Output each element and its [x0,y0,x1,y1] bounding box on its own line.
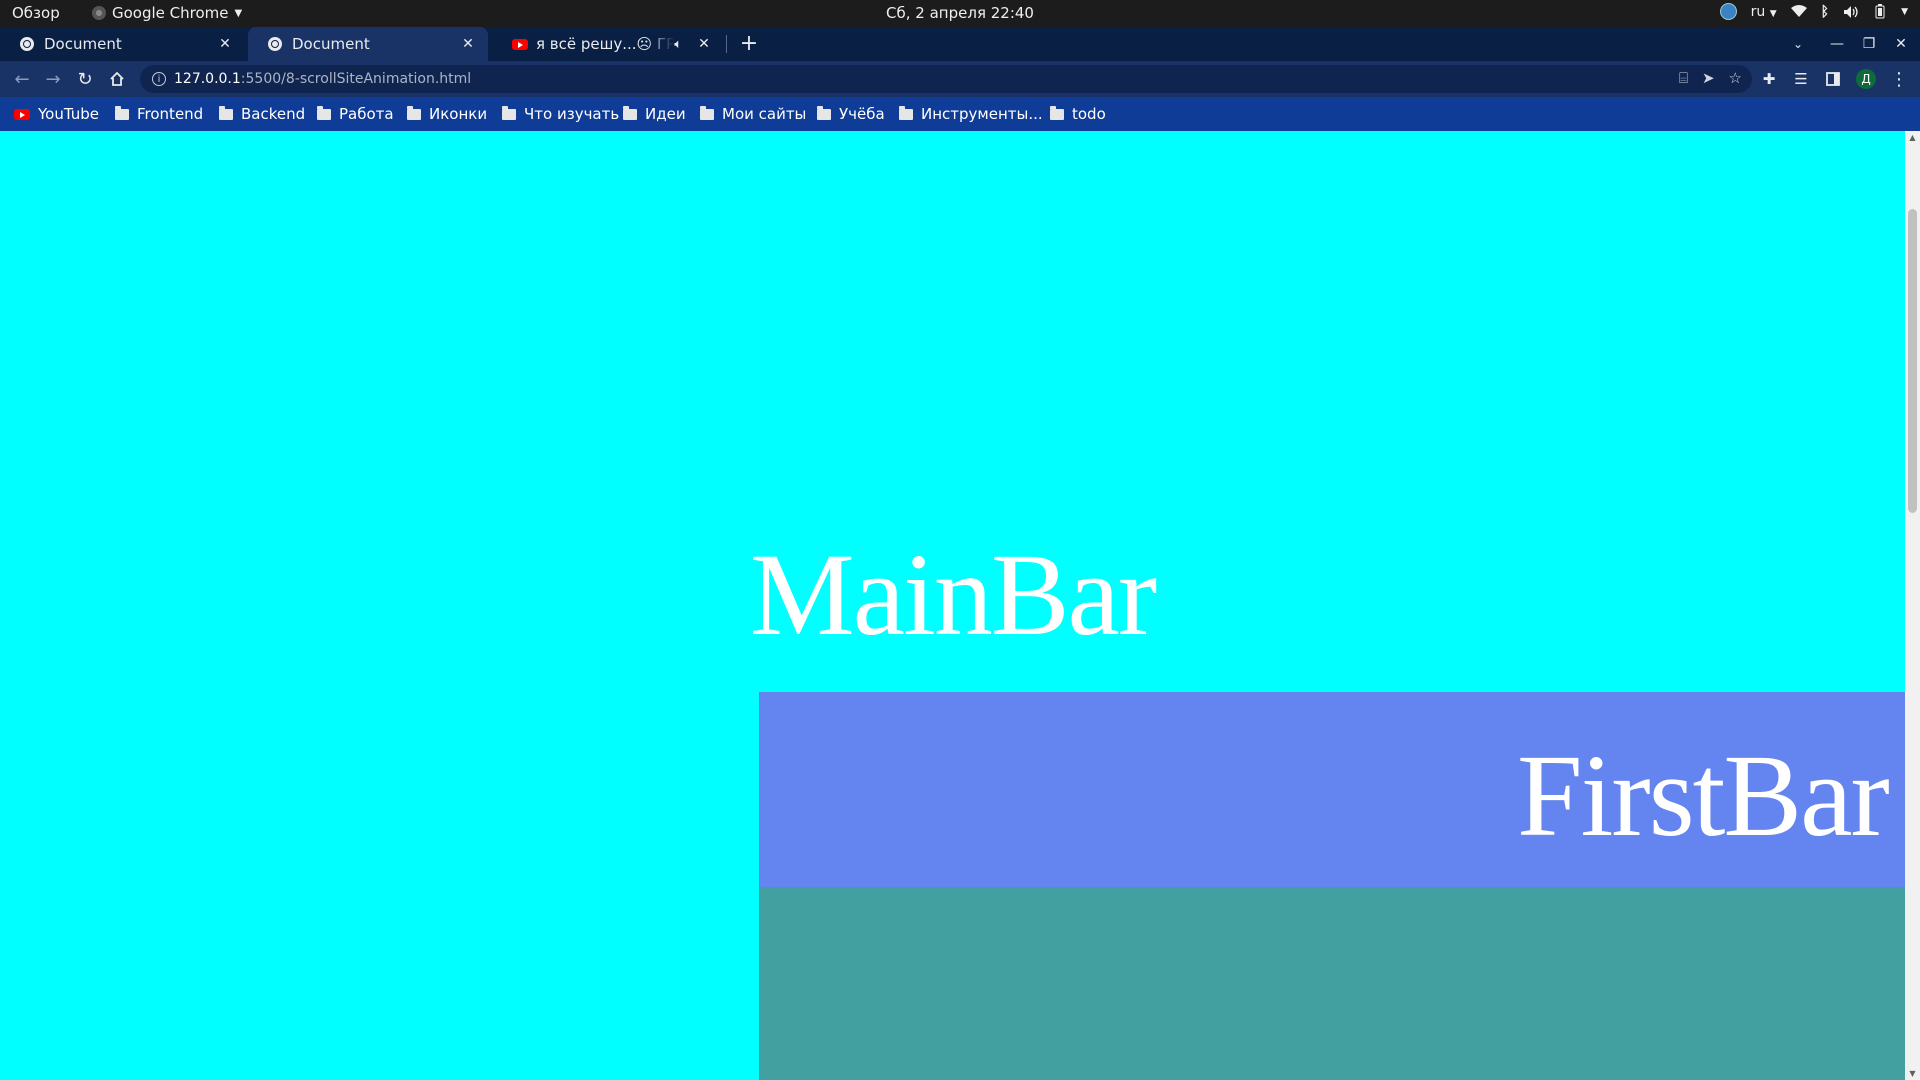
bookmark-folder-rabota[interactable]: Работа [317,97,394,131]
page-viewport: MainBar FirstBar [0,131,1905,1080]
extensions-puzzle-icon[interactable]: ✚ [1757,67,1781,91]
home-icon[interactable] [105,67,129,91]
bookmark-label: Что изучать [524,105,620,123]
minimize-icon[interactable]: — [1827,27,1847,61]
folder-icon [317,106,331,120]
folder-icon [899,106,913,120]
bookmark-folder-todo[interactable]: todo [1050,97,1106,131]
folder-icon [700,106,714,120]
activities-button[interactable]: Обзор [12,4,60,22]
app-name: Google Chrome [112,4,229,22]
globe-icon [20,37,34,51]
folder-icon [219,106,233,120]
tab-search-chevron-icon[interactable]: ⌄ [1788,27,1808,61]
omnibox-actions: ⌸ ➤ ☆ [1679,69,1742,87]
second-bar-section [759,887,1905,1080]
power-menu-chevron-icon[interactable]: ▼ [1901,7,1908,17]
bookmark-label: Инструменты... [921,105,1043,123]
wifi-icon [1790,5,1807,18]
site-info-icon[interactable]: i [152,72,166,86]
close-icon[interactable]: ✕ [460,36,476,52]
browser-toolbar: ← → ↻ i 127.0.0.1:5500/8-scrollSiteAnima… [0,61,1920,97]
chevron-down-icon: ▼ [234,7,243,19]
bookmark-youtube[interactable]: YouTube [14,97,99,131]
bookmark-label: todo [1072,105,1106,123]
first-bar-heading: FirstBar [1517,730,1890,861]
tab-title: Document [44,35,122,53]
bookmark-label: Учёба [839,105,885,123]
back-arrow-icon[interactable]: ← [10,67,34,91]
profile-avatar[interactable]: Д [1856,69,1876,89]
folder-icon [1050,106,1064,120]
close-icon[interactable]: ✕ [217,36,233,52]
address-bar[interactable]: i 127.0.0.1:5500/8-scrollSiteAnimation.h… [140,65,1752,93]
first-bar-section: FirstBar [759,692,1905,887]
folder-icon [407,106,421,120]
bookmark-label: Работа [339,105,394,123]
tab-divider [726,35,727,53]
reload-icon[interactable]: ↻ [73,67,97,91]
clock[interactable]: Сб, 2 апреля 22:40 [886,4,1034,22]
window-close-icon[interactable]: ✕ [1891,27,1911,61]
bookmark-label: Backend [241,105,306,123]
new-tab-button[interactable]: + [738,27,760,61]
chevron-down-icon: ▼ [1769,8,1777,19]
bookmark-folder-moi-saity[interactable]: Мои сайты [700,97,806,131]
globe-icon [268,37,282,51]
clock-container: Сб, 2 апреля 22:40 [0,4,1920,22]
bookmark-folder-idei[interactable]: Идеи [623,97,686,131]
tab-document-1[interactable]: Document ✕ [0,27,245,61]
send-tab-icon[interactable]: ➤ [1702,69,1715,87]
bookmark-label: Иконки [429,105,488,123]
url-host: 127.0.0.1 [174,71,241,87]
chrome-icon [92,6,106,20]
system-top-bar: Обзор Google Chrome ▼ Сб, 2 апреля 22:40… [0,0,1920,27]
bluetooth-icon: ᛒ [1820,3,1830,20]
system-tray[interactable]: ru ▼ ᛒ ▼ [1719,3,1908,20]
audio-playing-icon[interactable]: 🔈︎ [674,37,682,52]
close-icon[interactable]: ✕ [696,36,712,52]
scroll-down-arrow-icon[interactable]: ▼ [1905,1069,1920,1078]
vpn-globe-icon[interactable] [1719,3,1737,20]
battery-icon [1873,4,1887,19]
bookmark-folder-frontend[interactable]: Frontend [115,97,203,131]
folder-icon [502,106,516,120]
folder-icon [817,106,831,120]
tab-title: Document [292,35,370,53]
translate-icon[interactable]: ⌸ [1679,69,1688,87]
restore-icon[interactable]: ❐ [1859,27,1879,61]
media-queue-icon[interactable]: ☰ [1789,67,1813,91]
bookmark-folder-instrumenty[interactable]: Инструменты... [899,97,1043,131]
bookmark-label: Frontend [137,105,204,123]
youtube-icon [512,38,528,50]
bookmark-star-icon[interactable]: ☆ [1729,69,1742,87]
bookmark-label: Идеи [645,105,686,123]
tab-youtube[interactable]: я всё решу...☹ ГРУСТ 🔈︎ ✕ [492,27,724,61]
main-bar-heading: MainBar [749,529,1157,660]
tab-document-2-active[interactable]: Document ✕ [248,27,488,61]
forward-arrow-icon[interactable]: → [41,67,65,91]
bookmarks-bar: YouTube Frontend Backend Работа Иконки Ч… [0,97,1920,131]
bookmark-label: Мои сайты [722,105,807,123]
bookmark-folder-chto-izuchat[interactable]: Что изучать [502,97,619,131]
side-panel-icon[interactable] [1821,67,1845,91]
scroll-up-arrow-icon[interactable]: ▲ [1905,133,1920,142]
scrollbar-thumb[interactable] [1908,209,1917,513]
app-menu[interactable]: Google Chrome ▼ [92,4,242,22]
bookmark-folder-ikonki[interactable]: Иконки [407,97,487,131]
url-path: :5500/8-scrollSiteAnimation.html [240,71,472,87]
page-scrollbar[interactable]: ▲ ▼ [1905,131,1920,1080]
bookmark-folder-backend[interactable]: Backend [219,97,305,131]
tab-strip: Document ✕ Document ✕ я всё решу...☹ ГРУ… [0,27,1920,61]
youtube-icon [14,108,30,120]
tab-title: я всё решу...☹ ГРУСТ [536,35,675,53]
bookmark-label: YouTube [38,105,99,123]
folder-icon [115,106,129,120]
language-label: ru [1750,3,1766,20]
bookmark-folder-ucheba[interactable]: Учёба [817,97,885,131]
kebab-menu-icon[interactable]: ⋮ [1887,67,1911,91]
folder-icon [623,106,637,120]
language-indicator[interactable]: ru ▼ [1751,4,1777,20]
volume-icon [1843,5,1859,19]
